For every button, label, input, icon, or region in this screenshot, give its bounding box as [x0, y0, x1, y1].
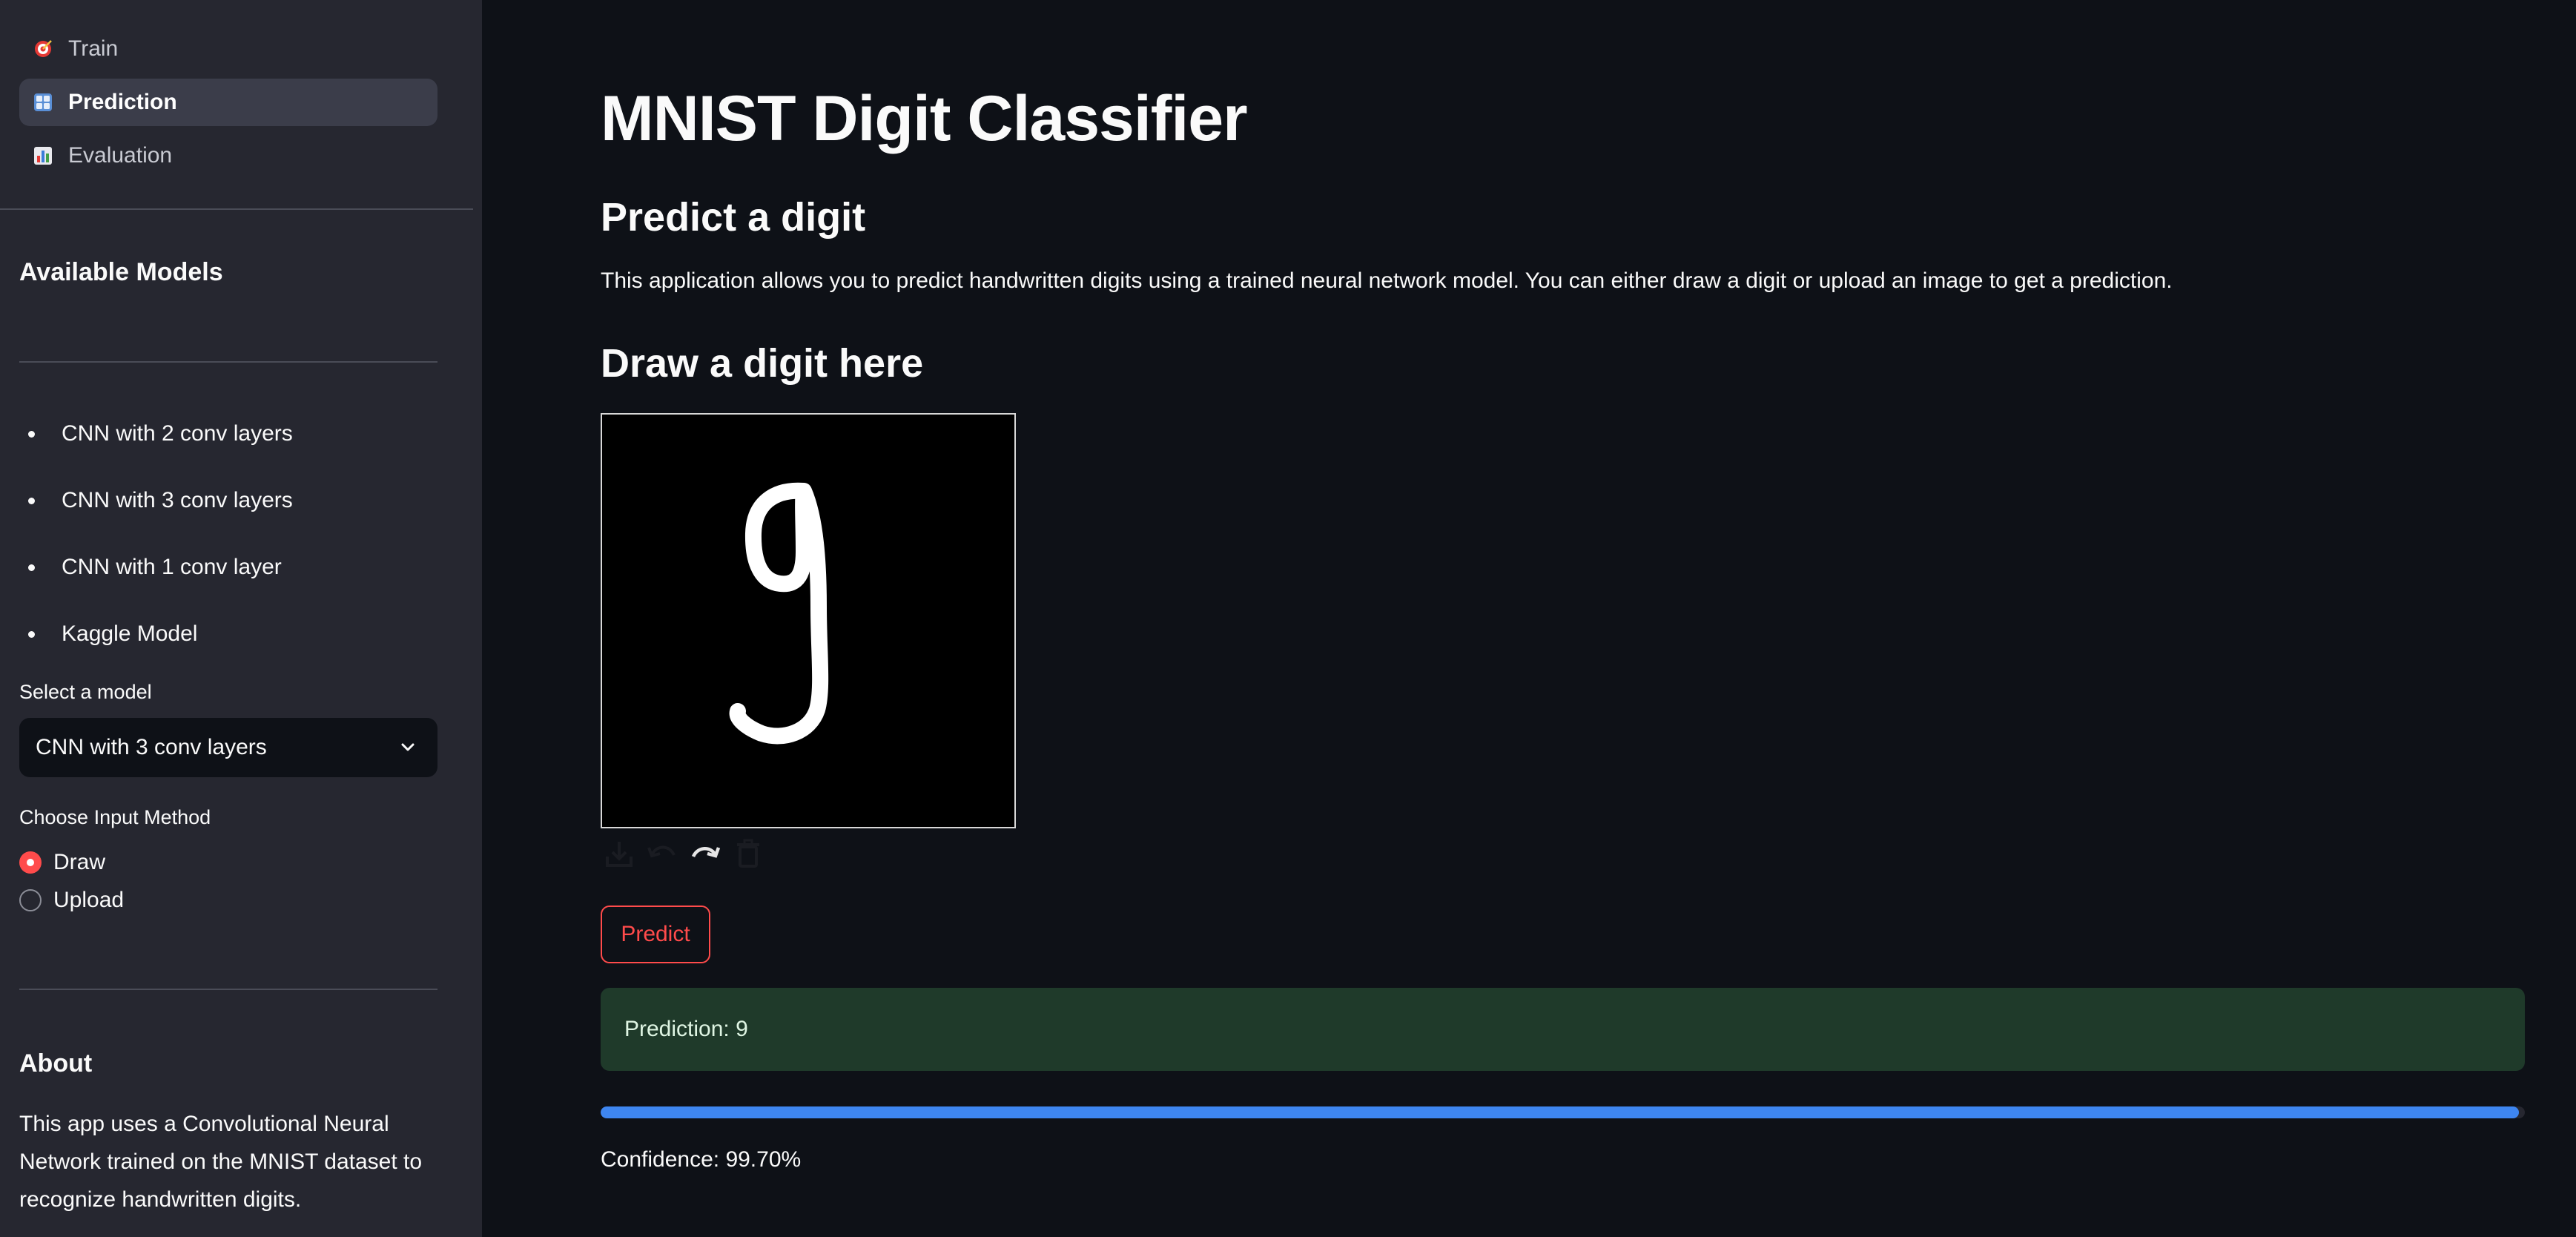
canvas-toolbar	[601, 835, 767, 872]
redo-icon[interactable]	[687, 835, 724, 872]
nav-item-evaluation[interactable]: Evaluation	[19, 132, 437, 179]
model-name: CNN with 3 conv layers	[62, 488, 293, 512]
bullet-icon	[28, 564, 35, 571]
nav-label-train: Train	[68, 36, 119, 61]
bullet-icon	[28, 630, 35, 638]
bar-chart-icon	[33, 145, 53, 166]
available-models-title: Available Models	[19, 258, 223, 286]
model-select-value: CNN with 3 conv layers	[36, 735, 267, 759]
nav-label-evaluation: Evaluation	[68, 143, 173, 168]
list-item: CNN with 3 conv layers	[19, 467, 435, 534]
confidence-progress-fill	[601, 1106, 2520, 1118]
undo-icon[interactable]	[644, 835, 681, 872]
download-icon[interactable]	[601, 835, 638, 872]
bullet-icon	[28, 497, 35, 504]
bullet-icon	[28, 430, 35, 438]
number-input-icon	[33, 92, 53, 113]
about-divider	[19, 989, 437, 990]
radio-draw-label: Draw	[53, 850, 106, 874]
model-select[interactable]: CNN with 3 conv layers	[19, 718, 437, 777]
list-item: CNN with 2 conv layers	[19, 400, 435, 467]
radio-draw[interactable]: Draw	[19, 848, 105, 877]
drawn-digit	[729, 482, 829, 745]
chevron-down-icon	[397, 737, 418, 758]
nav-label-prediction: Prediction	[68, 90, 177, 114]
prediction-result: Prediction: 9	[601, 988, 2525, 1071]
predict-header: Predict a digit	[601, 195, 866, 240]
main-content: MNIST Digit Classifier Predict a digit T…	[482, 0, 2576, 1237]
model-name: CNN with 2 conv layers	[62, 421, 293, 446]
predict-button[interactable]: Predict	[601, 906, 710, 963]
confidence-text: Confidence: 99.70%	[601, 1147, 802, 1172]
radio-checked-icon	[19, 851, 42, 874]
model-name: Kaggle Model	[62, 621, 198, 646]
trash-icon[interactable]	[730, 835, 767, 872]
about-text: This app uses a Convolutional Neural Net…	[19, 1112, 423, 1212]
radio-unchecked-icon	[19, 889, 42, 911]
draw-header: Draw a digit here	[601, 341, 924, 386]
about-title: About	[19, 1049, 93, 1078]
confidence-progress-bar	[601, 1106, 2525, 1118]
select-model-label: Select a model	[19, 681, 152, 703]
radio-upload[interactable]: Upload	[19, 885, 124, 915]
list-item: CNN with 1 conv layer	[19, 534, 435, 601]
models-divider	[19, 361, 437, 363]
list-item: Kaggle Model	[19, 601, 435, 667]
nav-item-train[interactable]: Train	[19, 25, 437, 73]
drawing-canvas[interactable]	[601, 413, 1016, 828]
radio-upload-label: Upload	[53, 888, 125, 912]
dart-target-icon	[33, 39, 53, 59]
model-list: CNN with 2 conv layers CNN with 3 conv l…	[19, 400, 435, 667]
nav-item-prediction[interactable]: Prediction	[19, 79, 437, 126]
page-title: MNIST Digit Classifier	[601, 83, 1248, 154]
app-root: Train Prediction Evaluation Available Mo…	[0, 0, 2576, 1237]
model-name: CNN with 1 conv layer	[62, 555, 282, 579]
description-text: This application allows you to predict h…	[601, 268, 2173, 293]
sidebar: Train Prediction Evaluation Available Mo…	[0, 0, 482, 1237]
input-method-label: Choose Input Method	[19, 806, 211, 828]
sidebar-nav: Train Prediction Evaluation	[19, 25, 437, 185]
sidebar-divider	[0, 208, 473, 210]
